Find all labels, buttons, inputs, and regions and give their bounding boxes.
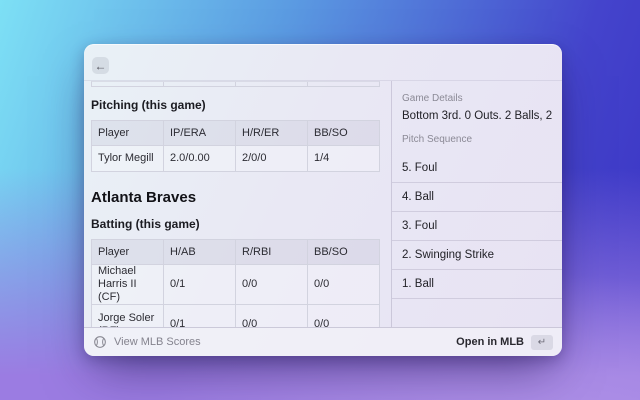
team-heading: Atlanta Braves — [91, 189, 197, 206]
pitcher-hrer-cell: 2/0/0 — [235, 145, 308, 172]
view-mlb-scores-action[interactable]: View MLB Scores — [93, 335, 201, 349]
game-details-panel: Game Details Bottom 3rd. 0 Outs. 2 Balls… — [391, 81, 562, 327]
batting-col-player: Player — [91, 239, 164, 265]
action-bar: View MLB Scores Open in MLB ↵ — [84, 327, 562, 356]
app-window: ← Pitching (this game) Player IP/ERA H/R… — [84, 44, 562, 356]
list-item: 4. Ball — [392, 183, 562, 212]
list-item: 1. Ball — [392, 270, 562, 299]
pitching-col-bbso: BB/SO — [307, 120, 380, 146]
pitcher-name-cell: Tylor Megill — [91, 145, 164, 172]
table-row: Michael Harris II (CF) 0/1 0/0 0/0 — [91, 264, 380, 305]
batting-table: Player H/AB R/RBI BB/SO Michael Harris I… — [91, 239, 380, 327]
batter-bbso-cell: 0/0 — [307, 304, 380, 327]
pitch-sequence-list: 5. Foul 4. Ball 3. Foul 2. Swinging Stri… — [392, 154, 562, 299]
back-button[interactable]: ← — [92, 57, 109, 74]
batter-rrbi-cell: 0/0 — [235, 304, 308, 327]
pitching-section-title: Pitching (this game) — [91, 98, 206, 112]
batter-name-cell: Michael Harris II (CF) — [91, 264, 164, 305]
window-body: Pitching (this game) Player IP/ERA H/R/E… — [84, 81, 562, 327]
batting-col-bbso: BB/SO — [307, 239, 380, 265]
pitching-col-player: Player — [91, 120, 164, 146]
game-details-value: Bottom 3rd. 0 Outs. 2 Balls, 2 Strik... — [402, 110, 552, 122]
back-arrow-icon: ← — [94, 58, 107, 73]
enter-key-icon: ↵ — [531, 334, 553, 350]
pitch-sequence-label: Pitch Sequence — [402, 134, 473, 145]
list-item: 3. Foul — [392, 212, 562, 241]
scrolled-table-fragment — [91, 81, 380, 87]
list-item: 5. Foul — [392, 154, 562, 183]
open-in-mlb-label: Open in MLB — [456, 336, 524, 348]
table-row: Tylor Megill 2.0/0.00 2/0/0 1/4 — [91, 145, 380, 172]
list-item: 2. Swinging Strike — [392, 241, 562, 270]
batting-col-rrbi: R/RBI — [235, 239, 308, 265]
game-details-label: Game Details — [402, 93, 463, 104]
stats-main-panel[interactable]: Pitching (this game) Player IP/ERA H/R/E… — [84, 81, 391, 327]
view-mlb-scores-label: View MLB Scores — [114, 336, 201, 348]
pitching-header-row: Player IP/ERA H/R/ER BB/SO — [91, 120, 380, 146]
batting-col-hab: H/AB — [163, 239, 236, 265]
pitcher-ipera-cell: 2.0/0.00 — [163, 145, 236, 172]
table-row: Jorge Soler (RF) 0/1 0/0 0/0 — [91, 304, 380, 327]
pitching-table: Player IP/ERA H/R/ER BB/SO Tylor Megill … — [91, 120, 380, 172]
batter-name-cell: Jorge Soler (RF) — [91, 304, 164, 327]
pitching-col-ipera: IP/ERA — [163, 120, 236, 146]
window-header: ← — [84, 44, 562, 81]
open-in-mlb-action[interactable]: Open in MLB ↵ — [456, 334, 553, 350]
batting-section-title: Batting (this game) — [91, 217, 200, 231]
baseball-icon — [94, 336, 106, 348]
batter-hab-cell: 0/1 — [163, 264, 236, 305]
batter-rrbi-cell: 0/0 — [235, 264, 308, 305]
pitching-col-hrer: H/R/ER — [235, 120, 308, 146]
batting-header-row: Player H/AB R/RBI BB/SO — [91, 239, 380, 265]
pitcher-bbso-cell: 1/4 — [307, 145, 380, 172]
batter-hab-cell: 0/1 — [163, 304, 236, 327]
batter-bbso-cell: 0/0 — [307, 264, 380, 305]
